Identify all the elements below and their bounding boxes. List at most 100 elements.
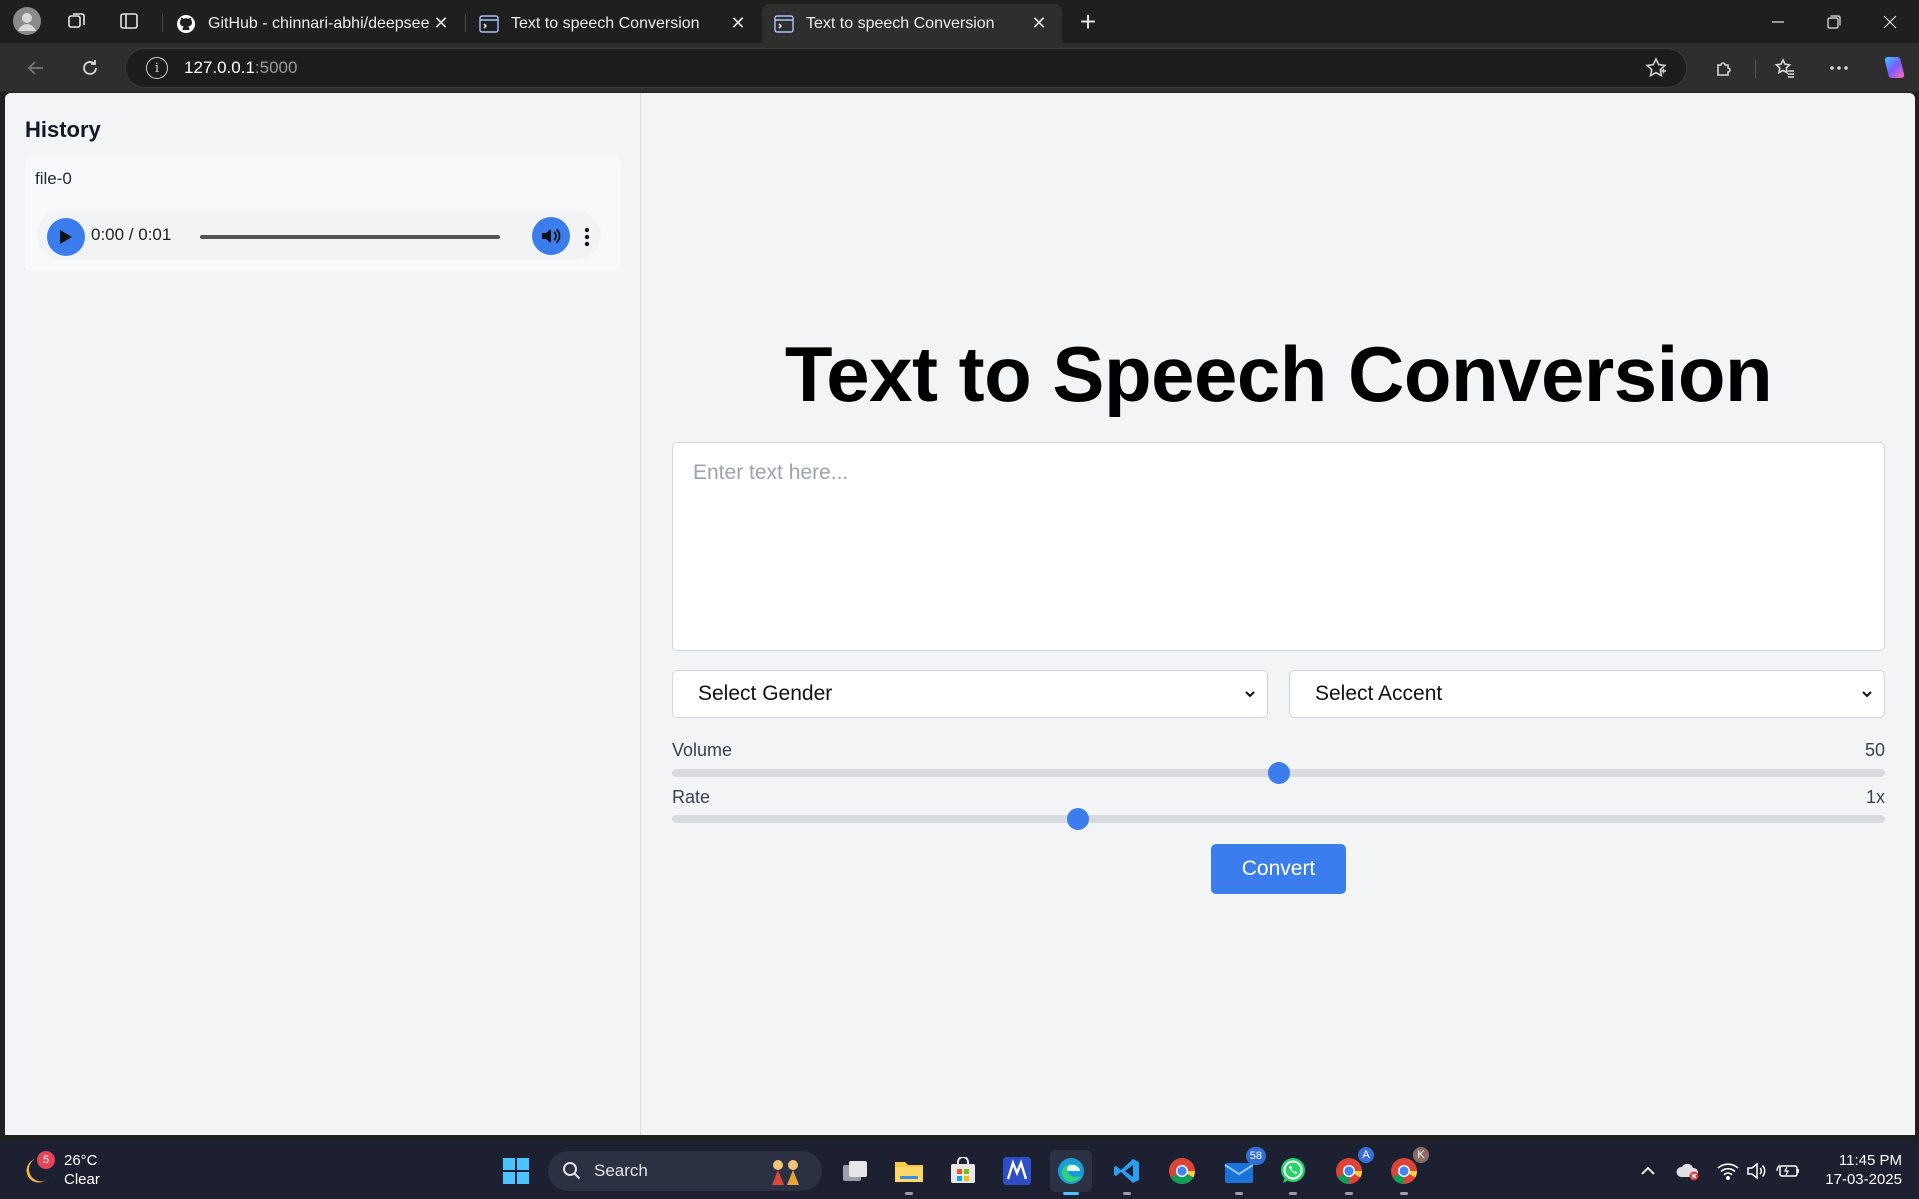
weather-condition: Clear [64, 1171, 100, 1188]
extensions-icon[interactable] [1709, 52, 1741, 84]
address-bar[interactable]: i 127.0.0.1:5000 [125, 48, 1687, 88]
rate-slider-thumb[interactable] [1067, 808, 1090, 830]
main-panel: Text to Speech Conversion Select Gender … [642, 93, 1915, 1135]
chrome-profile-a-button[interactable]: A [1328, 1147, 1374, 1195]
wifi-icon[interactable] [1714, 1157, 1742, 1185]
tab-tts-1[interactable]: Text to speech Conversion ✕ [467, 4, 761, 43]
chrome-icon [1391, 1158, 1418, 1185]
new-tab-button[interactable]: + [1072, 6, 1104, 38]
close-window-icon[interactable] [1862, 0, 1918, 43]
running-indicator [1345, 1192, 1353, 1195]
terminal-page-icon [774, 14, 794, 34]
battery-icon[interactable] [1774, 1157, 1802, 1185]
convert-button[interactable]: Convert [1211, 844, 1346, 894]
app-m-button[interactable] [996, 1150, 1038, 1192]
store-button[interactable] [942, 1150, 984, 1192]
vscode-button[interactable] [1106, 1150, 1148, 1195]
profile-k-badge: K [1413, 1147, 1429, 1163]
profile-avatar-icon[interactable] [12, 6, 42, 36]
site-info-icon[interactable]: i [146, 57, 168, 79]
play-button[interactable] [47, 218, 85, 256]
rate-label: Rate [672, 787, 711, 807]
running-indicator [1063, 1192, 1079, 1195]
start-button[interactable] [495, 1150, 537, 1192]
volume-slider-thumb[interactable] [1267, 762, 1290, 784]
play-icon [60, 230, 72, 244]
workspaces-icon[interactable] [62, 6, 92, 36]
running-indicator [1400, 1192, 1408, 1195]
restore-icon[interactable] [1806, 0, 1862, 43]
more-options-icon[interactable] [1823, 52, 1855, 84]
accent-select[interactable]: Select Accent [1289, 670, 1885, 718]
edge-browser-icon [1058, 1158, 1084, 1184]
url-port: :5000 [254, 58, 298, 77]
favorite-star-icon[interactable] [1644, 56, 1668, 85]
audio-more-options[interactable] [574, 218, 600, 256]
app-m-icon [1003, 1157, 1031, 1185]
volume-label: Volume [672, 740, 733, 760]
search-icon [563, 1162, 581, 1180]
history-sidebar: History file-0 0:00 / 0:01 [5, 93, 641, 1135]
accent-select-value: Select Accent [1315, 682, 1443, 705]
chrome-icon [1169, 1158, 1196, 1185]
mail-badge: 58 [1245, 1147, 1266, 1165]
volume-slider[interactable] [672, 762, 1885, 784]
audio-seek-bar[interactable] [200, 235, 500, 239]
search-label: Search [594, 1161, 648, 1180]
toolbar-separator [1755, 60, 1756, 78]
weather-badge: 5 [37, 1151, 55, 1169]
chrome-button[interactable] [1161, 1150, 1203, 1192]
back-arrow-icon[interactable] [20, 52, 52, 84]
clock-time: 11:45 PM [1838, 1152, 1902, 1169]
refresh-icon[interactable] [74, 52, 106, 84]
tab-separator [465, 14, 466, 32]
text-input[interactable] [672, 442, 1885, 651]
history-item: file-0 0:00 / 0:01 [25, 158, 621, 271]
task-view-button[interactable] [834, 1150, 876, 1192]
minimize-icon[interactable] [1750, 0, 1806, 43]
gender-select[interactable]: Select Gender [672, 670, 1268, 718]
web-page: History file-0 0:00 / 0:01 Text to Speec… [5, 93, 1915, 1135]
mute-button[interactable] [532, 217, 570, 255]
copilot-icon[interactable] [1877, 52, 1909, 84]
profile-a-badge: A [1358, 1147, 1374, 1163]
chevron-up-icon[interactable] [1634, 1157, 1662, 1185]
clock-date: 17-03-2025 [1825, 1171, 1902, 1188]
whatsapp-button[interactable] [1272, 1150, 1314, 1195]
weather-widget[interactable]: 5 26°C Clear [24, 1151, 114, 1191]
mail-button[interactable]: 58 [1218, 1147, 1266, 1195]
audio-player: 0:00 / 0:01 [37, 210, 601, 260]
chevron-down-icon [1245, 691, 1255, 698]
volume-tray-icon[interactable] [1744, 1157, 1772, 1185]
favorites-icon[interactable] [1769, 52, 1801, 84]
chrome-profile-k-button[interactable]: K [1383, 1147, 1429, 1195]
vertical-dots-icon [584, 227, 590, 247]
history-title: History [25, 117, 101, 142]
onedrive-error-icon[interactable] [1674, 1157, 1702, 1185]
vertical-tabs-icon[interactable] [114, 6, 144, 36]
taskbar-search[interactable]: Search [548, 1151, 822, 1191]
browser-tab-strip: GitHub - chinnari-abhi/deepseek ✕ Text t… [0, 0, 1919, 43]
gender-select-value: Select Gender [698, 682, 833, 705]
tab-github[interactable]: GitHub - chinnari-abhi/deepseek ✕ [164, 4, 464, 43]
vscode-icon [1114, 1159, 1139, 1183]
tab-title: Text to speech Conversion [806, 14, 995, 32]
rate-slider[interactable] [672, 808, 1885, 830]
weather-temperature: 26°C [64, 1152, 98, 1169]
whatsapp-icon [1281, 1158, 1305, 1183]
history-item-name: file-0 [35, 169, 72, 188]
close-tab-icon[interactable]: ✕ [1028, 13, 1050, 35]
folder-icon [895, 1162, 923, 1182]
volume-value: 50 [1864, 740, 1885, 760]
windows-taskbar: 5 26°C Clear Search 58 A K 11:45 PM 17-0… [0, 1141, 1919, 1199]
running-indicator [1123, 1192, 1131, 1195]
close-tab-icon[interactable]: ✕ [727, 13, 749, 35]
file-explorer-button[interactable] [888, 1150, 930, 1195]
edge-button[interactable] [1050, 1150, 1092, 1195]
tab-tts-active[interactable]: Text to speech Conversion ✕ [762, 4, 1062, 43]
terminal-page-icon [479, 14, 499, 34]
search-highlight-icon [772, 1160, 799, 1185]
close-tab-icon[interactable]: ✕ [430, 13, 452, 35]
system-clock[interactable]: 11:45 PM 17-03-2025 [1812, 1151, 1902, 1189]
rate-value: 1x [1865, 787, 1885, 807]
